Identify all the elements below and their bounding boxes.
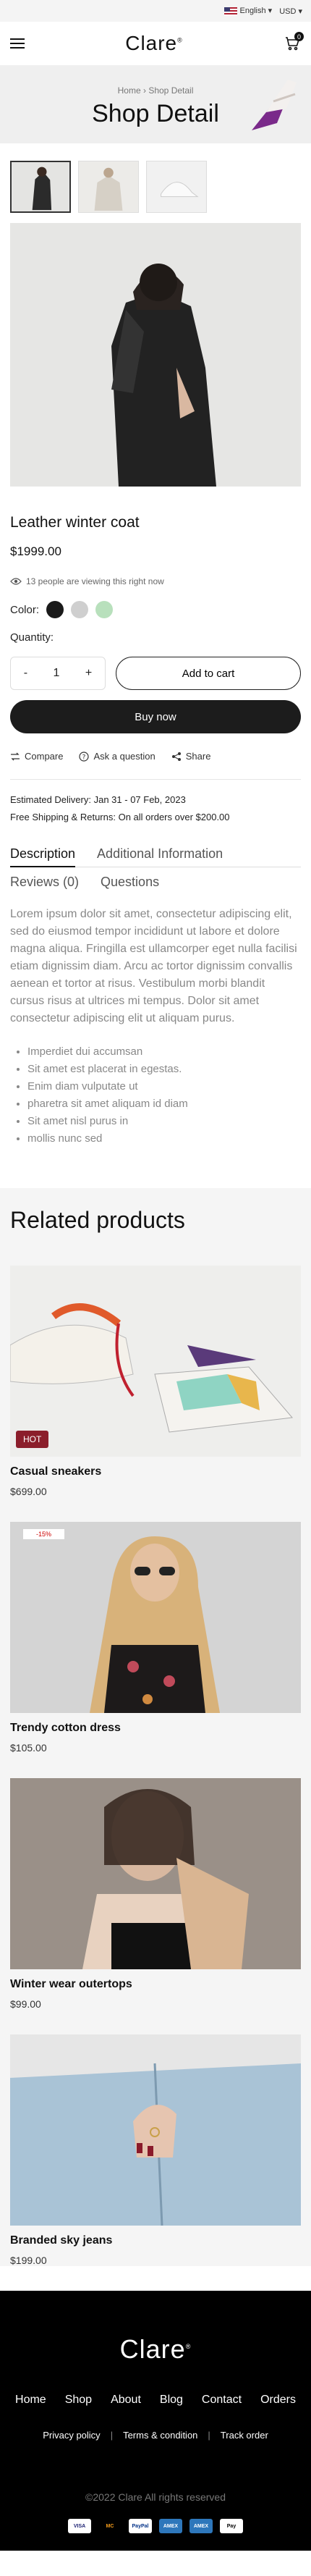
product-description: Lorem ipsum dolor sit amet, consectetur … [10,908,297,1024]
site-header: Clare® 0 [0,22,311,65]
list-item: Imperdiet dui accumsan [27,1043,301,1061]
thumbnail-coat[interactable] [10,161,71,213]
top-bar: English ▾ USD ▾ [0,0,311,22]
apple-pay-icon: Pay [220,2519,243,2533]
list-item: Sit amet nisl purus in [27,1113,301,1130]
footer-link-home[interactable]: Home [15,2394,46,2407]
product-main-image [10,223,301,487]
footer-link-blog[interactable]: Blog [160,2394,183,2407]
product-card[interactable]: Winter wear outertops $99.00 [10,1778,301,2010]
share-link[interactable]: Share [171,751,210,762]
product-card[interactable]: HOT Casual sneakers $699.00 [10,1266,301,1497]
viewing-notice: 13 people are viewing this right now [10,576,301,586]
product-card[interactable]: -15% Trendy cotton dress $105.00 [10,1522,301,1754]
list-item: Sit amet est placerat in egestas. [27,1061,301,1078]
product-price: $99.00 [10,1998,41,2010]
tab-reviews[interactable]: Reviews (0) [10,875,79,890]
terms-link[interactable]: Terms & condition [123,2430,197,2441]
product-info: Leather winter coat $1999.00 13 people a… [0,487,311,826]
color-swatch-gray[interactable] [71,601,89,618]
add-to-cart-button[interactable]: Add to cart [116,657,301,690]
product-thumbnails [0,143,311,223]
language-selector[interactable]: English ▾ [223,6,272,16]
quantity-value[interactable]: 1 [54,667,60,680]
page-hero: Home › Shop Detail Shop Detail [0,65,311,143]
product-price: $1999.00 [10,544,61,558]
color-swatch-black[interactable] [46,601,64,618]
hero-shoe-image [252,80,297,130]
product-name[interactable]: Casual sneakers [10,1465,301,1478]
divider [10,779,301,780]
thumbnail-cap[interactable] [146,161,207,213]
quantity-label: Quantity: [10,631,54,644]
tab-description[interactable]: Description [10,846,76,867]
breadcrumb-current: Shop Detail [148,85,194,96]
quantity-stepper: - 1 + [10,657,106,690]
compare-link[interactable]: Compare [10,751,63,762]
product-actions: Compare ? Ask a question Share [10,751,301,762]
discount-badge: -15% [23,1529,65,1539]
compare-icon [11,752,20,760]
mastercard-icon: MC [98,2519,122,2533]
related-title: Related products [10,1207,185,1233]
question-icon: ? [79,751,90,762]
menu-icon[interactable] [10,38,25,49]
privacy-policy-link[interactable]: Privacy policy [43,2430,100,2441]
cart-icon[interactable]: 0 [284,32,304,52]
product-tabs: Description Additional Information Revie… [0,846,311,890]
quantity-decrease-button[interactable]: - [24,667,27,680]
amex-icon: AMEX [159,2519,182,2533]
payment-methods: VISA MC PayPal AMEX AMEX Pay [0,2519,311,2533]
cart-count-badge: 0 [294,32,304,41]
product-image[interactable] [10,2034,301,2226]
footer-nav: Home Shop About Blog Contact Orders [0,2394,311,2407]
footer-link-about[interactable]: About [111,2394,141,2407]
visa-icon: VISA [68,2519,91,2533]
product-name[interactable]: Winter wear outertops [10,1978,301,1991]
delivery-info: Estimated Delivery: Jan 31 - 07 Feb, 202… [10,794,230,822]
tab-questions[interactable]: Questions [101,875,159,890]
product-price: $199.00 [10,2255,47,2266]
product-price: $105.00 [10,1742,47,1754]
list-item: pharetra sit amet aliquam id diam [27,1095,301,1113]
share-icon [171,752,181,761]
list-item: Enim diam vulputate ut [27,1078,301,1095]
product-image[interactable] [10,1778,301,1969]
footer-link-orders[interactable]: Orders [260,2394,296,2407]
list-item: mollis nunc sed [27,1130,301,1148]
feature-list: Imperdiet dui accumsan Sit amet est plac… [0,1027,311,1148]
amex-icon: AMEX [189,2519,213,2533]
related-products: Related products HOT Casual sneakers $69… [0,1188,311,2266]
quantity-increase-button[interactable]: + [85,667,92,680]
color-selector: Color: [10,601,301,618]
site-footer: Clare® Home Shop About Blog Contact Orde… [0,2291,311,2551]
thumbnail-sweater[interactable] [78,161,139,213]
eye-icon [10,578,22,585]
footer-link-shop[interactable]: Shop [65,2394,92,2407]
copyright: ©2022 Clare All rights reserved [85,2491,226,2503]
product-image[interactable]: -15% [10,1522,301,1713]
breadcrumb-home[interactable]: Home [118,85,141,96]
product-name[interactable]: Branded sky jeans [10,2234,301,2247]
tab-additional-information[interactable]: Additional Information [97,846,223,867]
hot-badge: HOT [16,1431,49,1448]
paypal-icon: PayPal [129,2519,152,2533]
product-price: $699.00 [10,1486,47,1497]
product-name[interactable]: Trendy cotton dress [10,1722,301,1735]
ask-question-link[interactable]: ? Ask a question [79,751,156,762]
us-flag-icon [223,7,237,16]
color-swatch-mint[interactable] [95,601,114,618]
product-title: Leather winter coat [10,514,140,531]
buy-now-button[interactable]: Buy now [10,700,301,733]
product-image[interactable]: HOT [10,1266,301,1457]
currency-selector[interactable]: USD ▾ [279,7,302,16]
svg-text:?: ? [82,754,86,761]
footer-legal-links: Privacy policy | Terms & condition | Tra… [43,2430,268,2441]
track-order-link[interactable]: Track order [221,2430,268,2441]
footer-logo[interactable]: Clare® [0,2334,311,2365]
footer-link-contact[interactable]: Contact [202,2394,242,2407]
site-logo[interactable]: Clare® [125,32,183,55]
product-card[interactable]: Branded sky jeans $199.00 [10,2034,301,2266]
